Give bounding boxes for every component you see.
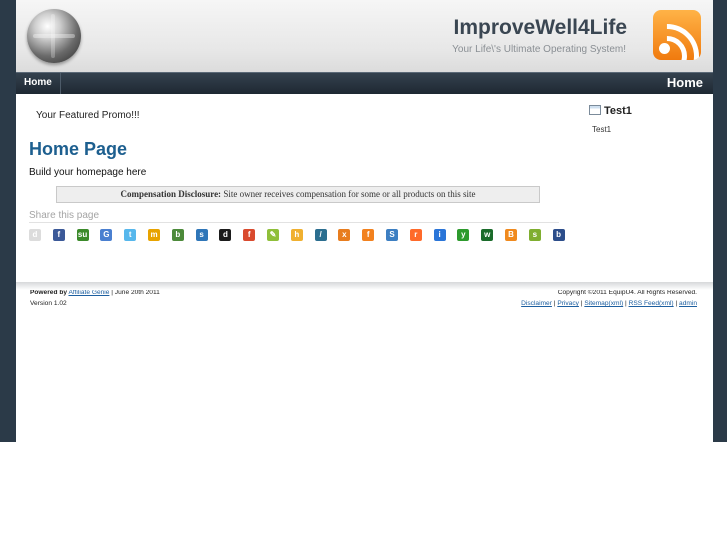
site-title[interactable]: ImproveWell4Life: [454, 16, 628, 40]
sitemap-link[interactable]: Sitemap(xml): [584, 300, 623, 307]
blinklist-icon[interactable]: f: [362, 229, 375, 241]
rss-feed-link[interactable]: RSS Feed(xml): [629, 300, 674, 307]
furl-icon[interactable]: f: [243, 229, 256, 241]
google-icon[interactable]: G: [100, 229, 113, 241]
share-label: Share this page: [29, 210, 100, 221]
site-header: ImproveWell4Life Your Life\'s Ultimate O…: [16, 0, 713, 72]
version-text: Version 1.02: [30, 300, 67, 307]
twitter-icon[interactable]: t: [124, 229, 137, 241]
netvouz-icon[interactable]: i: [433, 229, 446, 241]
stumbleupon-icon[interactable]: su: [76, 229, 89, 241]
bookmark-icon[interactable]: b: [171, 229, 184, 241]
main-content: Your Featured Promo!!! Home Page Build y…: [16, 94, 713, 282]
yahoo-icon[interactable]: y: [457, 229, 470, 241]
admin-link[interactable]: admin: [679, 300, 697, 307]
facebook-icon[interactable]: f: [52, 229, 65, 241]
delicious-icon[interactable]: d: [219, 229, 232, 241]
mixx-icon[interactable]: x: [338, 229, 351, 241]
share-divider: [29, 222, 559, 223]
spurl-icon[interactable]: s: [195, 229, 208, 241]
sidebar-widget-text: Test1: [592, 125, 612, 134]
wink-icon[interactable]: w: [481, 229, 494, 241]
hugg-icon[interactable]: h: [290, 229, 303, 241]
blogmarks-icon[interactable]: B: [505, 229, 517, 241]
compensation-disclosure: Compensation Disclosure: Site owner rece…: [56, 186, 540, 203]
site-tagline: Your Life\'s Ultimate Operating System!: [452, 44, 626, 55]
digg-icon[interactable]: d: [29, 229, 41, 241]
affiliate-genie-link[interactable]: Affiliate Genie: [68, 289, 109, 296]
page-title: Home Page: [29, 139, 128, 159]
footer-links: Disclaimer | Privacy | Sitemap(xml) | RS…: [521, 300, 697, 307]
privacy-link[interactable]: Privacy: [557, 300, 579, 307]
powered-by: Powered by Affiliate Genie | June 20th 2…: [30, 289, 160, 296]
nav-item-home[interactable]: Home: [16, 73, 61, 95]
rss-feed-icon[interactable]: [653, 10, 701, 60]
page-body-text: Build your homepage here: [29, 167, 147, 178]
nav-bar: Home Home: [16, 72, 713, 95]
powered-by-date: | June 20th 2011: [111, 289, 160, 296]
myspace-icon[interactable]: m: [148, 229, 160, 241]
reddit-icon[interactable]: r: [409, 229, 422, 241]
featured-promo: Your Featured Promo!!!: [36, 110, 140, 121]
sidebar-widget-title: Test1: [589, 105, 632, 117]
disclaimer-link[interactable]: Disclaimer: [521, 300, 552, 307]
copyright-text: Copyright ©2011 EquipU4. All Rights Rese…: [557, 289, 697, 296]
backflip-icon[interactable]: b: [552, 229, 565, 241]
linkagogo-icon[interactable]: /: [314, 229, 327, 241]
fark-icon[interactable]: ✎: [267, 229, 279, 241]
powered-by-prefix: Powered by: [30, 289, 68, 296]
simpy-icon[interactable]: s: [528, 229, 541, 241]
calendar-icon: [589, 105, 601, 115]
nav-page-title: Home: [666, 75, 703, 90]
sidebar-widget-title-text: Test1: [604, 105, 632, 117]
stumble-icon[interactable]: S: [386, 229, 398, 241]
globe-logo-icon[interactable]: [27, 9, 81, 63]
disclosure-label: Compensation Disclosure:: [120, 189, 222, 199]
content-shadow: [16, 282, 713, 290]
site-footer: Powered by Affiliate Genie | June 20th 2…: [16, 282, 713, 442]
disclosure-text: Site owner receives compensation for som…: [221, 189, 476, 199]
